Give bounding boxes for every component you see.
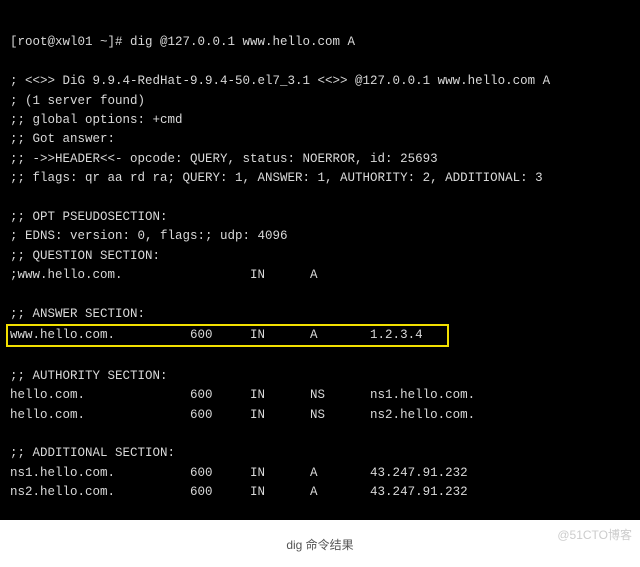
- got-answer-line: ;; Got answer:: [10, 132, 115, 146]
- edns-line: ; EDNS: version: 0, flags:; udp: 4096: [10, 229, 288, 243]
- watermark-text: @51CTO博客: [557, 526, 632, 545]
- figure-caption: dig 命令结果: [286, 538, 353, 552]
- additional-section-header: ;; ADDITIONAL SECTION:: [10, 446, 175, 460]
- question-section-header: ;; QUESTION SECTION:: [10, 249, 160, 263]
- global-options-line: ;; global options: +cmd: [10, 113, 183, 127]
- terminal-output: [root@xwl01 ~]# dig @127.0.0.1 www.hello…: [0, 0, 640, 520]
- opt-pseudosection-header: ;; OPT PSEUDOSECTION:: [10, 210, 168, 224]
- shell-prompt-line: [root@xwl01 ~]# dig @127.0.0.1 www.hello…: [10, 35, 355, 49]
- header-line: ;; ->>HEADER<<- opcode: QUERY, status: N…: [10, 152, 438, 166]
- dig-version-line: ; <<>> DiG 9.9.4-RedHat-9.9.4-50.el7_3.1…: [10, 74, 550, 88]
- authority-row: hello.com. 600 IN NS ns2.hello.com.: [10, 408, 475, 422]
- answer-section-header: ;; ANSWER SECTION:: [10, 307, 145, 321]
- additional-row: ns2.hello.com. 600 IN A 43.247.91.232: [10, 485, 468, 499]
- answer-row-highlighted: www.hello.com. 600 IN A 1.2.3.4: [6, 324, 449, 347]
- authority-row: hello.com. 600 IN NS ns1.hello.com.: [10, 388, 475, 402]
- server-found-line: ; (1 server found): [10, 94, 145, 108]
- authority-section-header: ;; AUTHORITY SECTION:: [10, 369, 168, 383]
- caption-area: @51CTO博客 dig 命令结果: [0, 520, 640, 567]
- flags-line: ;; flags: qr aa rd ra; QUERY: 1, ANSWER:…: [10, 171, 543, 185]
- question-row: ;www.hello.com. IN A: [10, 268, 318, 282]
- additional-row: ns1.hello.com. 600 IN A 43.247.91.232: [10, 466, 468, 480]
